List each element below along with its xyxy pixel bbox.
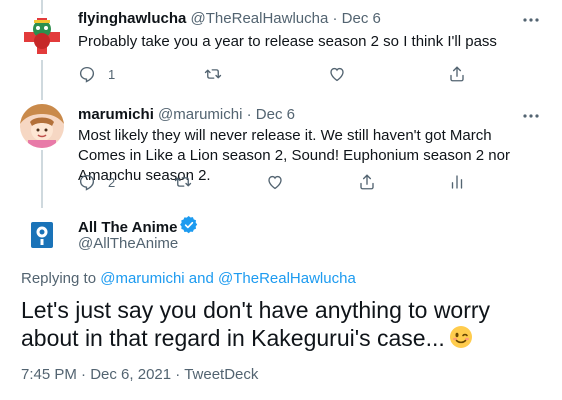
analytics-icon [448,173,466,191]
retweet-icon [174,173,192,191]
retweet-icon [204,65,222,83]
replying-and: and [188,270,214,287]
separator: · [332,10,338,27]
replying-prefix: Replying to [21,270,97,287]
main-tweet-text: Let's just say you don't have anything t… [21,297,491,351]
reply-icon [78,173,96,191]
reply-count: 1 [108,66,116,82]
tweet-full-date[interactable]: Dec 6, 2021 [90,366,171,383]
share-icon [448,65,466,83]
reply-icon [78,65,96,83]
action-bar: 1 [78,64,478,84]
share-button[interactable] [358,172,376,192]
analytics-button[interactable] [448,172,466,192]
reply-2-header: marumichi @marumichi · Dec 6 [78,106,295,124]
like-icon [266,173,284,191]
like-button[interactable] [328,64,346,84]
tweet-date[interactable]: Dec 6 [342,10,381,27]
tweet-source[interactable]: TweetDeck [184,366,258,383]
more-options-icon[interactable] [522,11,540,29]
tweet-date[interactable]: Dec 6 [256,106,295,123]
separator: · [246,106,252,123]
reply-1-header: flyinghawlucha @TheRealHawlucha · Dec 6 [78,10,381,28]
avatar-alltheanime[interactable] [20,212,64,256]
separator: · [81,366,87,383]
tweet-time[interactable]: 7:45 PM [21,366,77,383]
display-name[interactable]: All The Anime [78,219,177,237]
like-icon [328,65,346,83]
display-name[interactable]: marumichi [78,106,154,123]
tweet-text: Probably take you a year to release seas… [78,33,497,50]
share-icon [358,173,376,191]
retweet-button[interactable] [204,64,222,84]
replying-user-link-2[interactable]: @TheRealHawlucha [218,270,356,287]
action-bar: 2 [78,172,478,192]
reply-tweet-1[interactable]: flyinghawlucha @TheRealHawlucha · Dec 6 … [0,0,562,100]
avatar-flyinghawlucha[interactable] [20,14,64,58]
tweet-metadata: 7:45 PM · Dec 6, 2021 · TweetDeck [21,366,258,384]
share-button[interactable] [448,64,466,84]
reply-button[interactable]: 1 [78,64,115,84]
reply-tweet-2[interactable]: marumichi @marumichi · Dec 6 Most likely… [0,100,562,210]
reply-button[interactable]: 2 [78,172,115,192]
main-user-handle[interactable]: @AllTheAnime [78,235,178,253]
retweet-button[interactable] [174,172,192,192]
replying-to-line: Replying to @marumichi and @TheRealHawlu… [21,270,356,288]
reply-count: 2 [108,174,116,190]
winking-face-emoji-icon [449,325,473,355]
alltheanime-logo [31,222,53,248]
replying-user-link-1[interactable]: @marumichi [100,270,184,287]
verified-badge-icon [180,215,198,239]
user-handle[interactable]: @TheRealHawlucha [191,10,329,27]
avatar-marumichi[interactable] [20,104,64,148]
user-handle[interactable]: @marumichi [158,106,242,123]
like-button[interactable] [266,172,284,192]
more-options-icon[interactable] [522,107,540,125]
main-tweet-text-block: Let's just say you don't have anything t… [21,296,541,355]
separator: · [175,366,181,383]
display-name[interactable]: flyinghawlucha [78,10,186,27]
